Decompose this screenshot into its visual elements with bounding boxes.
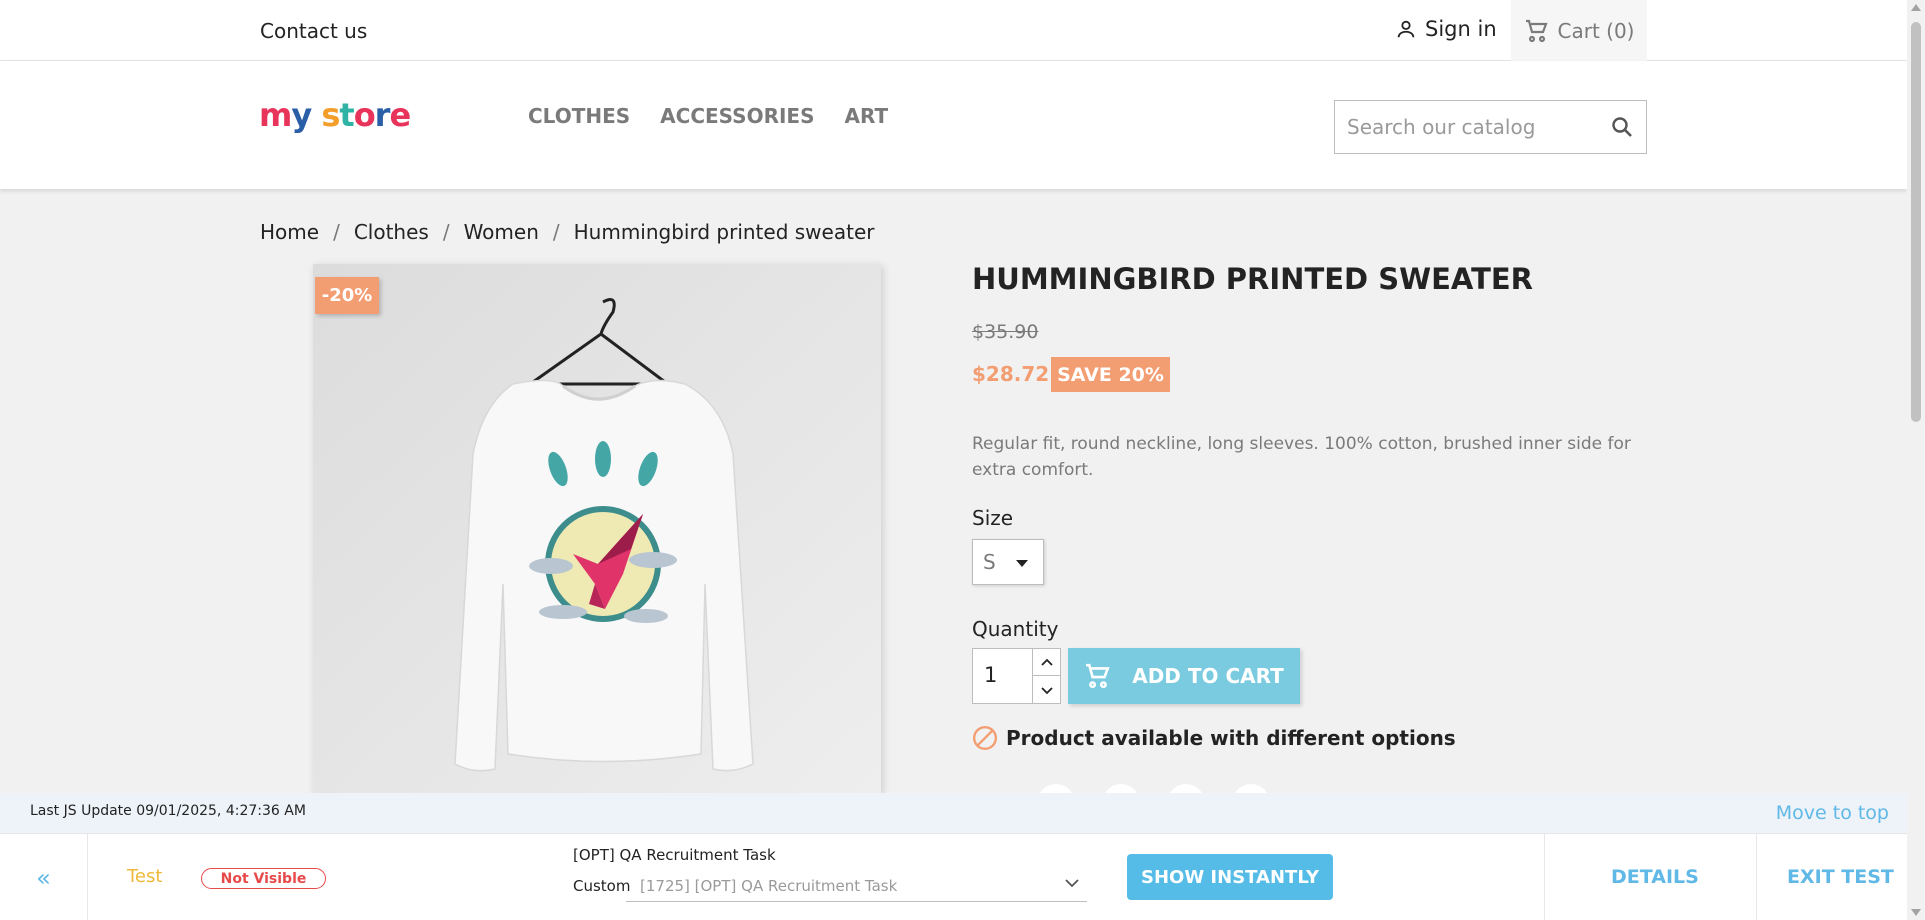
availability-text: Product available with different options (1006, 726, 1456, 750)
page-scrollbar[interactable] (1907, 0, 1925, 920)
quantity-input[interactable]: 1 (984, 663, 997, 687)
double-chevron-left-icon: « (36, 863, 51, 892)
breadcrumb: Home / Clothes / Women / Hummingbird pri… (260, 220, 874, 244)
breadcrumb-current[interactable]: Hummingbird printed sweater (574, 220, 875, 244)
quantity-increment-button[interactable] (1033, 649, 1060, 676)
breadcrumb-home[interactable]: Home (260, 220, 319, 244)
add-to-cart-button[interactable]: ADD TO CART (1068, 648, 1300, 704)
scroll-down-arrow[interactable] (1911, 909, 1921, 916)
sign-in-label: Sign in (1425, 17, 1497, 41)
show-instantly-button[interactable]: SHOW INSTANTLY (1127, 854, 1333, 900)
task-select[interactable]: [1725] [OPT] QA Recruitment Task (626, 868, 1087, 902)
availability-message: Product available with different options (972, 725, 1456, 751)
divider (1756, 834, 1757, 920)
breadcrumb-women[interactable]: Women (464, 220, 539, 244)
sweater-illustration (313, 264, 881, 794)
test-tool-panel: « Test Not Visible [OPT] QA Recruitment … (0, 833, 1907, 920)
test-label: Test (127, 866, 163, 887)
breadcrumb-separator: / (333, 220, 340, 244)
logo-letter: s (321, 96, 340, 134)
quantity-decrement-button[interactable] (1033, 677, 1060, 704)
collapse-panel-button[interactable]: « (0, 834, 88, 920)
site-header: my store CLOTHES ACCESSORIES ART (0, 61, 1907, 189)
search-icon[interactable] (1610, 115, 1634, 139)
custom-label: Custom (573, 877, 631, 895)
nav-art[interactable]: ART (845, 104, 889, 128)
cart-icon (1525, 19, 1548, 42)
status-strip: Last JS Update 09/01/2025, 4:27:36 AM Mo… (0, 793, 1907, 833)
product-description: Regular fit, round neckline, long sleeve… (972, 434, 1631, 480)
logo-letter: t (339, 96, 354, 134)
sign-in-link[interactable]: Sign in (1395, 17, 1497, 41)
search-input[interactable] (1347, 113, 1597, 141)
discount-flag: -20% (315, 277, 379, 314)
quantity-spinner (1032, 649, 1060, 703)
size-label: Size (972, 506, 1014, 530)
task-select-value: [1725] [OPT] QA Recruitment Task (640, 877, 898, 895)
logo-letter: e (389, 96, 411, 134)
logo-letter: m (259, 96, 292, 134)
sale-price: $28.72 (972, 362, 1050, 386)
caret-down-icon (1016, 560, 1028, 567)
logo-letter (311, 96, 321, 134)
add-to-cart-label: ADD TO CART (1132, 664, 1284, 688)
chevron-up-icon (1040, 658, 1053, 666)
logo-letter: o (353, 96, 376, 134)
contact-us-link[interactable]: Contact us (260, 19, 367, 43)
block-icon (972, 725, 998, 751)
breadcrumb-separator: / (442, 220, 450, 244)
top-bar: Contact us Sign in Cart (0) (0, 0, 1907, 61)
visibility-badge: Not Visible (201, 868, 326, 889)
product-image[interactable] (313, 264, 881, 794)
scroll-up-arrow[interactable] (1911, 4, 1921, 11)
size-select[interactable]: S (972, 539, 1044, 585)
cart-label: Cart (0) (1557, 18, 1635, 43)
main-nav: CLOTHES ACCESSORIES ART (528, 104, 888, 128)
last-update-text: Last JS Update 09/01/2025, 4:27:36 AM (30, 803, 306, 819)
search-box (1334, 100, 1647, 154)
cart-icon (1086, 663, 1110, 689)
chevron-down-icon (1065, 879, 1079, 888)
save-badge: SAVE 20% (1051, 357, 1170, 392)
quantity-label: Quantity (972, 617, 1059, 641)
breadcrumb-separator: / (552, 220, 560, 244)
logo-letter: r (374, 96, 391, 134)
chevron-down-icon (1040, 686, 1053, 694)
cart-button[interactable]: Cart (0) (1511, 0, 1647, 61)
task-title: [OPT] QA Recruitment Task (573, 846, 776, 864)
nav-accessories[interactable]: ACCESSORIES (660, 104, 814, 128)
store-logo[interactable]: my store (259, 96, 411, 134)
breadcrumb-clothes[interactable]: Clothes (354, 220, 429, 244)
move-to-top-link[interactable]: Move to top (1776, 802, 1889, 824)
details-button[interactable]: DETAILS (1611, 866, 1699, 888)
product-title: HUMMINGBIRD PRINTED SWEATER (972, 262, 1533, 296)
nav-clothes[interactable]: CLOTHES (528, 104, 630, 128)
regular-price: $35.90 (972, 321, 1039, 343)
size-value: S (983, 550, 996, 574)
divider (1544, 834, 1545, 920)
user-icon (1397, 20, 1415, 38)
logo-letter: y (291, 96, 312, 134)
exit-test-button[interactable]: EXIT TEST (1787, 866, 1894, 888)
quantity-stepper[interactable]: 1 (972, 648, 1061, 704)
scrollbar-thumb[interactable] (1911, 22, 1921, 422)
